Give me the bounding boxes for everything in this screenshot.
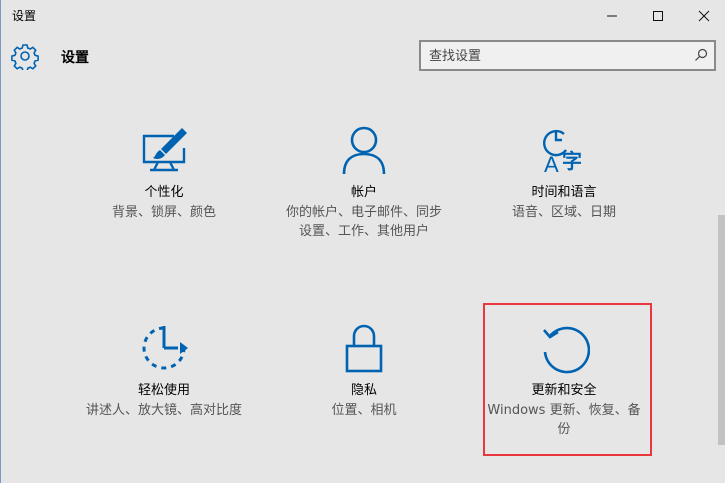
maximize-icon: [653, 11, 663, 21]
window-title: 设置: [12, 9, 37, 23]
minimize-button[interactable]: [589, 0, 635, 32]
accounts-icon: [342, 126, 386, 175]
tile-privacy[interactable]: 隐私 位置、相机: [274, 322, 454, 420]
tile-description: 讲述人、放大镜、高对比度: [85, 403, 242, 418]
highlight-annotation: [483, 303, 652, 456]
gear-icon: [11, 44, 39, 70]
minimize-icon: [607, 15, 617, 17]
tile-label: 隐私: [350, 383, 377, 398]
tile-description: 你的帐户、电子邮件、同步设置、工作、其他用户: [285, 205, 442, 239]
svg-text:字: 字: [562, 149, 582, 173]
close-button[interactable]: [681, 0, 725, 32]
personalization-icon: [142, 128, 187, 172]
title-bar: 设置: [1, 0, 725, 32]
tile-description: 语音、区域、日期: [511, 205, 616, 220]
tile-description: 位置、相机: [331, 403, 397, 418]
maximize-button[interactable]: [635, 0, 681, 32]
search-input[interactable]: [429, 46, 679, 66]
close-icon: [698, 10, 710, 22]
ease-of-access-icon: [142, 326, 188, 370]
tile-ease-of-access[interactable]: 轻松使用 讲述人、放大镜、高对比度: [74, 322, 254, 420]
search-box[interactable]: [419, 40, 716, 71]
tile-label: 轻松使用: [137, 383, 190, 398]
time-language-icon: A 字: [543, 129, 582, 176]
lock-icon: [345, 324, 383, 373]
search-icon[interactable]: [694, 48, 708, 62]
scrollbar-thumb[interactable]: [718, 215, 725, 445]
tile-description: 背景、锁屏、颜色: [111, 205, 216, 220]
settings-window: 设置 设置 查找设置 个性化 背景、锁屏、颜色 帐户 你的帐户、电子邮件、同步设…: [0, 0, 725, 483]
tile-time-language[interactable]: A 字 时间和语言 语音、区域、日期: [474, 124, 654, 222]
svg-text:A: A: [544, 152, 559, 176]
page-title: 设置: [61, 50, 89, 66]
tile-label: 帐户: [350, 185, 377, 200]
settings-header: 设置: [1, 36, 725, 76]
tile-accounts[interactable]: 帐户 你的帐户、电子邮件、同步设置、工作、其他用户: [274, 124, 454, 241]
tile-personalization[interactable]: 个性化 背景、锁屏、颜色: [74, 124, 254, 222]
vertical-scrollbar[interactable]: [716, 80, 725, 483]
tile-label: 个性化: [144, 185, 184, 200]
tile-label: 时间和语言: [531, 185, 597, 200]
